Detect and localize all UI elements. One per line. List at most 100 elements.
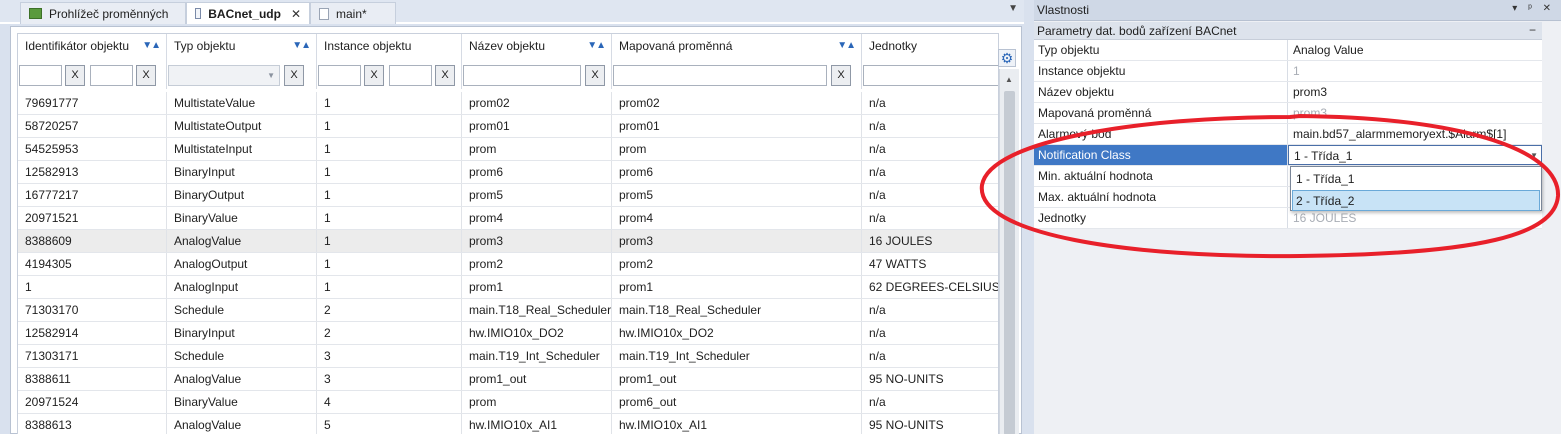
table-cell: 95 NO-UNITS [869, 372, 944, 386]
vertical-scrollbar[interactable]: ▲ [999, 69, 1019, 434]
property-value: Analog Value [1293, 43, 1364, 57]
table-row[interactable]: 8388611 AnalogValue 3 prom1_out prom1_out 95 … [18, 368, 998, 391]
column-header-object-name[interactable]: Název objektu ▼▲ [462, 34, 612, 65]
close-icon[interactable]: ✕ [291, 7, 301, 21]
table-cell: 12582913 [18, 161, 167, 183]
property-row[interactable]: Alarmový bod main.bd57_alarmmemoryext.$Al… [1034, 124, 1542, 145]
dropdown-option[interactable]: 1 - Třída_1 [1292, 168, 1540, 189]
clear-filter-button[interactable]: X [136, 65, 156, 86]
clear-filter-button[interactable]: X [364, 65, 384, 86]
dropdown-option[interactable]: 2 - Třída_2 [1292, 190, 1540, 211]
table-cell: prom4 [612, 207, 862, 229]
table-row[interactable]: 20971521 BinaryValue 1 prom4 prom4 n/a [18, 207, 998, 230]
table-cell: n/a [869, 188, 886, 202]
table-cell: prom1 [612, 276, 862, 298]
table-row[interactable]: 8388609 AnalogValue 1 prom3 prom3 16 JOULES [18, 230, 998, 253]
filter-from-input[interactable] [318, 65, 361, 86]
object-name-filter-input[interactable] [463, 65, 581, 86]
property-value: main.bd57_alarmmemoryext.$Alarm$[1] [1293, 127, 1507, 141]
table-cell: prom6_out [612, 391, 862, 413]
clear-filter-button[interactable]: X [435, 65, 455, 86]
tab-variable-browser[interactable]: Prohlížeč proměnných [20, 2, 186, 24]
tab-main[interactable]: main* [310, 2, 396, 24]
column-header-units[interactable]: Jednotky [862, 34, 998, 65]
properties-title: Vlastnosti [1037, 3, 1090, 17]
tab-bacnet-udp[interactable]: BACnet_udp ✕ [186, 2, 310, 24]
property-row[interactable]: Instance objektu 1 [1034, 61, 1542, 82]
table-row[interactable]: 54525953 MultistateInput 1 prom prom n/a [18, 138, 998, 161]
scrollbar-thumb[interactable] [1004, 91, 1015, 434]
object-type-filter-select[interactable]: ▼ [168, 65, 280, 86]
property-name: Typ objektu [1034, 40, 1288, 60]
chevron-down-icon[interactable]: ▼ [1530, 151, 1538, 160]
column-header-object-instance[interactable]: Instance objektu [317, 34, 462, 65]
table-row[interactable]: 8388613 AnalogValue 5 hw.IMIO10x_AI1 hw.IMIO… [18, 414, 998, 434]
table-cell: n/a [869, 96, 886, 110]
table-row[interactable]: 79691777 MultistateValue 1 prom02 prom02 n/a [18, 92, 998, 115]
table-row[interactable]: 4194305 AnalogOutput 1 prom2 prom2 47 WATTS [18, 253, 998, 276]
table-row[interactable]: 16777217 BinaryOutput 1 prom5 prom5 n/a [18, 184, 998, 207]
mapped-variable-filter-input[interactable] [613, 65, 827, 86]
table-cell: 4 [317, 391, 462, 413]
table-cell: prom1_out [612, 368, 862, 390]
collapse-icon[interactable]: − [1529, 23, 1536, 37]
sort-icon[interactable]: ▼▲ [292, 40, 311, 51]
properties-pane: Vlastnosti ▾ ᵖ ✕ Parametry dat. bodů zař… [1034, 0, 1561, 434]
property-name: Alarmový bod [1034, 124, 1288, 144]
table-cell: AnalogValue [167, 414, 317, 434]
filter-to-input[interactable] [389, 65, 432, 86]
table-cell: prom6 [612, 161, 862, 183]
table-cell: 1 [317, 161, 462, 183]
column-header-object-id[interactable]: Identifikátor objektu ▼▲ [18, 34, 167, 65]
property-row[interactable]: Název objektu prom3 [1034, 82, 1542, 103]
table-cell: prom1 [462, 276, 612, 298]
table-cell: 5 [317, 414, 462, 434]
property-category[interactable]: Parametry dat. bodů zařízení BACnet − [1034, 22, 1542, 40]
column-header-object-type[interactable]: Typ objektu ▼▲ [167, 34, 317, 65]
table-cell: 95 NO-UNITS [869, 418, 944, 432]
clear-filter-button[interactable]: X [585, 65, 605, 86]
table-row[interactable]: 12582913 BinaryInput 1 prom6 prom6 n/a [18, 161, 998, 184]
clear-filter-button[interactable]: X [831, 65, 851, 86]
tab-list-dropdown-icon[interactable]: ▼ [1008, 3, 1018, 14]
table-row[interactable]: 58720257 MultistateOutput 1 prom01 prom01 n/a [18, 115, 998, 138]
property-row[interactable]: Typ objektu Analog Value [1034, 40, 1542, 61]
table-cell: n/a [869, 303, 886, 317]
table-cell: Schedule [167, 345, 317, 367]
table-row[interactable]: 12582914 BinaryInput 2 hw.IMIO10x_DO2 hw.IMI… [18, 322, 998, 345]
clear-filter-button[interactable]: X [65, 65, 85, 86]
table-row[interactable]: 20971524 BinaryValue 4 prom prom6_out n/a [18, 391, 998, 414]
sort-icon[interactable]: ▼▲ [142, 40, 161, 51]
property-name: Mapovaná proměnná [1034, 103, 1288, 123]
table-cell: AnalogValue [167, 368, 317, 390]
sort-icon[interactable]: ▼▲ [587, 40, 606, 51]
sort-icon[interactable]: ▼▲ [837, 40, 856, 51]
table-row[interactable]: 71303171 Schedule 3 main.T19_Int_Scheduler m… [18, 345, 998, 368]
units-filter-input[interactable] [863, 65, 998, 86]
column-header-mapped-variable[interactable]: Mapovaná proměnná ▼▲ [612, 34, 862, 65]
scroll-up-icon[interactable]: ▲ [1005, 75, 1013, 84]
property-row[interactable]: Notification Class 1 - Třída_1 ▼ [1034, 145, 1542, 166]
table-cell: AnalogInput [167, 276, 317, 298]
property-row[interactable]: Jednotky 16 JOULES [1034, 208, 1542, 229]
properties-title-bar: Vlastnosti ▾ ᵖ ✕ [1034, 0, 1561, 21]
table-row[interactable]: 71303170 Schedule 2 main.T18_Real_Scheduler… [18, 299, 998, 322]
filter-from-input[interactable] [19, 65, 62, 86]
notification-class-select[interactable]: 1 - Třída_1 ▼ [1288, 145, 1542, 165]
table-cell: 16 JOULES [869, 234, 933, 248]
table-cell: 47 WATTS [869, 257, 927, 271]
property-row[interactable]: Mapovaná proměnná prom3 [1034, 103, 1542, 124]
clear-filter-button[interactable]: X [284, 65, 304, 86]
table-cell: 1 [317, 253, 462, 275]
table-cell: BinaryInput [167, 161, 317, 183]
table-cell: main.T19_Int_Scheduler [462, 345, 612, 367]
pane-splitter[interactable] [1024, 0, 1034, 434]
table-row[interactable]: 1 AnalogInput 1 prom1 prom1 62 DEGREES-CELSIU… [18, 276, 998, 299]
filter-to-input[interactable] [90, 65, 133, 86]
table-cell: 1 [317, 230, 462, 252]
gear-icon[interactable]: ⚙ [998, 49, 1016, 67]
pane-controls-icon[interactable]: ▾ ᵖ ✕ [1512, 3, 1555, 14]
table-cell: hw.IMIO10x_AI1 [462, 414, 612, 434]
table-cell: prom6 [462, 161, 612, 183]
file-icon [319, 7, 329, 20]
